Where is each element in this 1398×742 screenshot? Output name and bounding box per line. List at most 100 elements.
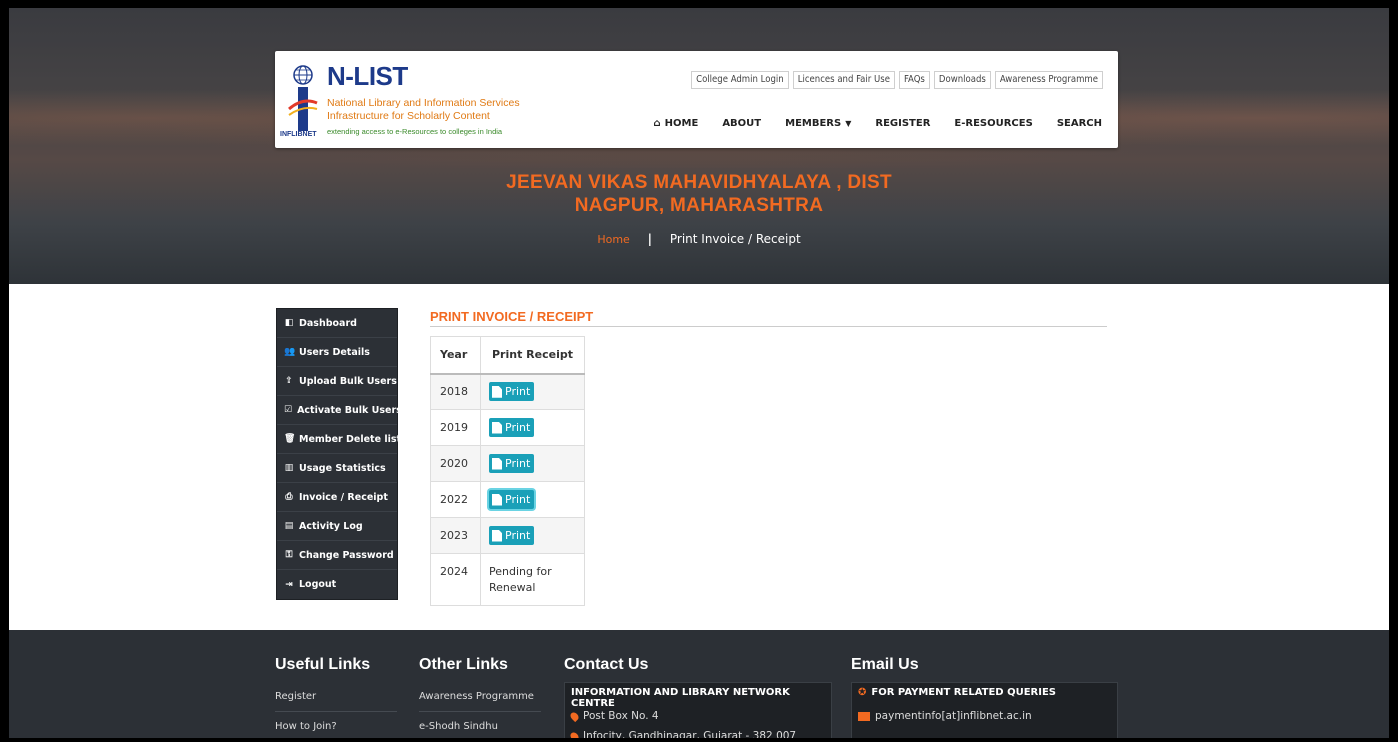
breadcrumb-home-link[interactable]: Home (597, 233, 629, 246)
check-square-icon: ☑ (284, 405, 293, 415)
logo-tagline: extending access to e-Resources to colle… (327, 127, 503, 136)
column-header-year: Year (430, 336, 481, 375)
downloads-link[interactable]: Downloads (933, 71, 991, 89)
table-row: 2018 Print (430, 373, 585, 410)
map-pin-icon (568, 710, 581, 722)
nav-home[interactable]: ⌂ HOME (641, 118, 710, 130)
sidebar-item-logout[interactable]: ⇥ Logout (277, 570, 397, 599)
sidebar-item-label: Activate Bulk Users (297, 404, 402, 416)
trash-icon: 🗑 (284, 434, 296, 444)
users-icon: 👥 (284, 347, 296, 357)
college-admin-login-link[interactable]: College Admin Login (691, 71, 789, 89)
useful-links-heading: Useful Links (275, 656, 371, 673)
footer-divider (275, 711, 397, 712)
print-cell: Print (480, 481, 585, 518)
print-cell: Print (480, 517, 585, 554)
email-us-heading: Email Us (851, 656, 919, 673)
contact-org-name: INFORMATION AND LIBRARY NETWORK CENTRE (571, 687, 790, 709)
key-icon: ⚿ (285, 550, 293, 560)
envelope-icon (858, 711, 870, 721)
breadcrumb-current: Print Invoice / Receipt (669, 232, 801, 246)
printer-icon: ⎙ (285, 492, 293, 502)
nav-register-label: REGISTER (875, 118, 931, 129)
sidebar-item-invoice-receipt[interactable]: ⎙ Invoice / Receipt (277, 483, 397, 512)
awareness-programme-link[interactable]: Awareness Programme (994, 71, 1103, 89)
sidebar-item-usage-statistics[interactable]: ▥ Usage Statistics (277, 454, 397, 483)
file-icon (492, 421, 502, 434)
contact-us-heading: Contact Us (564, 656, 649, 673)
file-icon (492, 457, 502, 470)
print-button[interactable]: Print (489, 382, 535, 402)
logo-subtitle-1: National Library and Information Service… (327, 97, 520, 109)
print-button[interactable]: Print (489, 454, 535, 473)
sidebar-item-member-delete-list[interactable]: 🗑 Member Delete list (277, 425, 401, 454)
contact-address: Infocity, Gandhinagar, Gujarat - 382 007 (568, 730, 797, 738)
email-payment-line: paymentinfo[at]inflibnet.ac.in (858, 710, 1032, 722)
page-title-line-2: NAGPUR, MAHARASHTRA (574, 195, 824, 216)
footer-link-eshodh-sindhu[interactable]: e-Shodh Sindhu (419, 721, 498, 732)
hero-banner: N-LIST National Library and Information … (9, 8, 1389, 284)
receipt-table: Year Print Receipt 2018 Print 2019 Print… (430, 336, 585, 606)
sidebar-item-label: Upload Bulk Users (299, 375, 397, 387)
email-payment-link[interactable]: paymentinfo[at]inflibnet.ac.in (875, 710, 1032, 722)
print-button-label: Print (505, 457, 531, 470)
sidebar-item-label: Logout (299, 579, 337, 590)
sidebar-item-label: Change Password (299, 549, 394, 561)
file-icon (492, 529, 502, 542)
sidebar-item-upload-bulk-users[interactable]: ⇪ Upload Bulk Users (277, 367, 397, 396)
email-payment-heading: ✪ FOR PAYMENT RELATED QUERIES (852, 683, 1117, 702)
logout-icon: ⇥ (285, 579, 293, 590)
year-cell: 2019 (430, 409, 481, 446)
contact-po-text: Post Box No. 4 (583, 710, 659, 722)
table-row: 2022 Print (430, 481, 585, 518)
section-divider (430, 326, 1107, 327)
main-nav: ⌂ HOME ABOUT MEMBERS ▼ REGISTER E-RESOUR… (641, 118, 1102, 130)
sidebar-item-activate-bulk-users[interactable]: ☑ Activate Bulk Users (277, 396, 402, 425)
footer-link-register[interactable]: Register (275, 691, 316, 702)
print-button[interactable]: Print (489, 490, 535, 509)
print-cell: Print (480, 409, 585, 446)
print-button-label: Print (505, 529, 531, 542)
print-button[interactable]: Print (489, 418, 535, 437)
email-payment-heading-text: FOR PAYMENT RELATED QUERIES (871, 687, 1056, 698)
bar-chart-icon: ▥ (284, 463, 294, 473)
sidebar-item-change-password[interactable]: ⚿ Change Password (277, 541, 397, 570)
sidebar-item-label: Invoice / Receipt (299, 491, 388, 503)
sidebar-item-activity-log[interactable]: ▤ Activity Log (277, 512, 397, 541)
faqs-link[interactable]: FAQs (898, 71, 930, 89)
print-button-label: Print (505, 493, 531, 506)
inflibnet-label: INFLIBNET (280, 131, 317, 138)
nav-eresources-label: E-RESOURCES (954, 118, 1033, 129)
nav-register[interactable]: REGISTER (863, 118, 942, 130)
sidebar-menu: ◧ Dashboard 👥 Users Details ⇪ Upload Bul… (276, 308, 402, 600)
nav-members[interactable]: MEMBERS ▼ (773, 118, 863, 130)
dashboard-icon: ◧ (284, 318, 294, 328)
nav-about[interactable]: ABOUT (710, 118, 773, 130)
footer-link-how-to-join[interactable]: How to Join? (275, 721, 337, 732)
footer-divider (419, 711, 541, 712)
logo-subtitle-2: Infrastructure for Scholarly Content (327, 110, 490, 122)
table-header-row: Year Print Receipt (430, 336, 585, 375)
nav-search[interactable]: SEARCH (1045, 118, 1102, 130)
sidebar-item-users-details[interactable]: 👥 Users Details (277, 338, 397, 367)
year-cell: 2022 (430, 481, 481, 518)
column-header-print-receipt: Print Receipt (480, 336, 585, 375)
upload-users-icon: ⇪ (285, 376, 293, 386)
page: N-LIST National Library and Information … (9, 8, 1389, 738)
print-button[interactable]: Print (489, 526, 535, 545)
sidebar-item-label: Member Delete list (299, 433, 402, 445)
list-icon: ▤ (284, 521, 294, 531)
licences-link[interactable]: Licences and Fair Use (792, 71, 895, 89)
footer-link-awareness-programme[interactable]: Awareness Programme (419, 691, 534, 702)
nav-eresources[interactable]: E-RESOURCES (942, 118, 1044, 130)
breadcrumb: Home | Print Invoice / Receipt (9, 232, 1389, 246)
page-title-line-1: JEEVAN VIKAS MAHAVIDHYALAYA , DIST (506, 172, 892, 193)
contact-address-text: Infocity, Gandhinagar, Gujarat - 382 007 (583, 730, 797, 738)
logo-title: N-LIST (327, 61, 408, 91)
contact-po-box: Post Box No. 4 (568, 710, 659, 722)
support-icon: ✪ (858, 687, 867, 698)
print-button-label: Print (505, 385, 531, 399)
sidebar-item-dashboard[interactable]: ◧ Dashboard (277, 309, 397, 338)
top-links: College Admin Login Licences and Fair Us… (691, 71, 1103, 89)
year-cell: 2020 (430, 445, 481, 482)
